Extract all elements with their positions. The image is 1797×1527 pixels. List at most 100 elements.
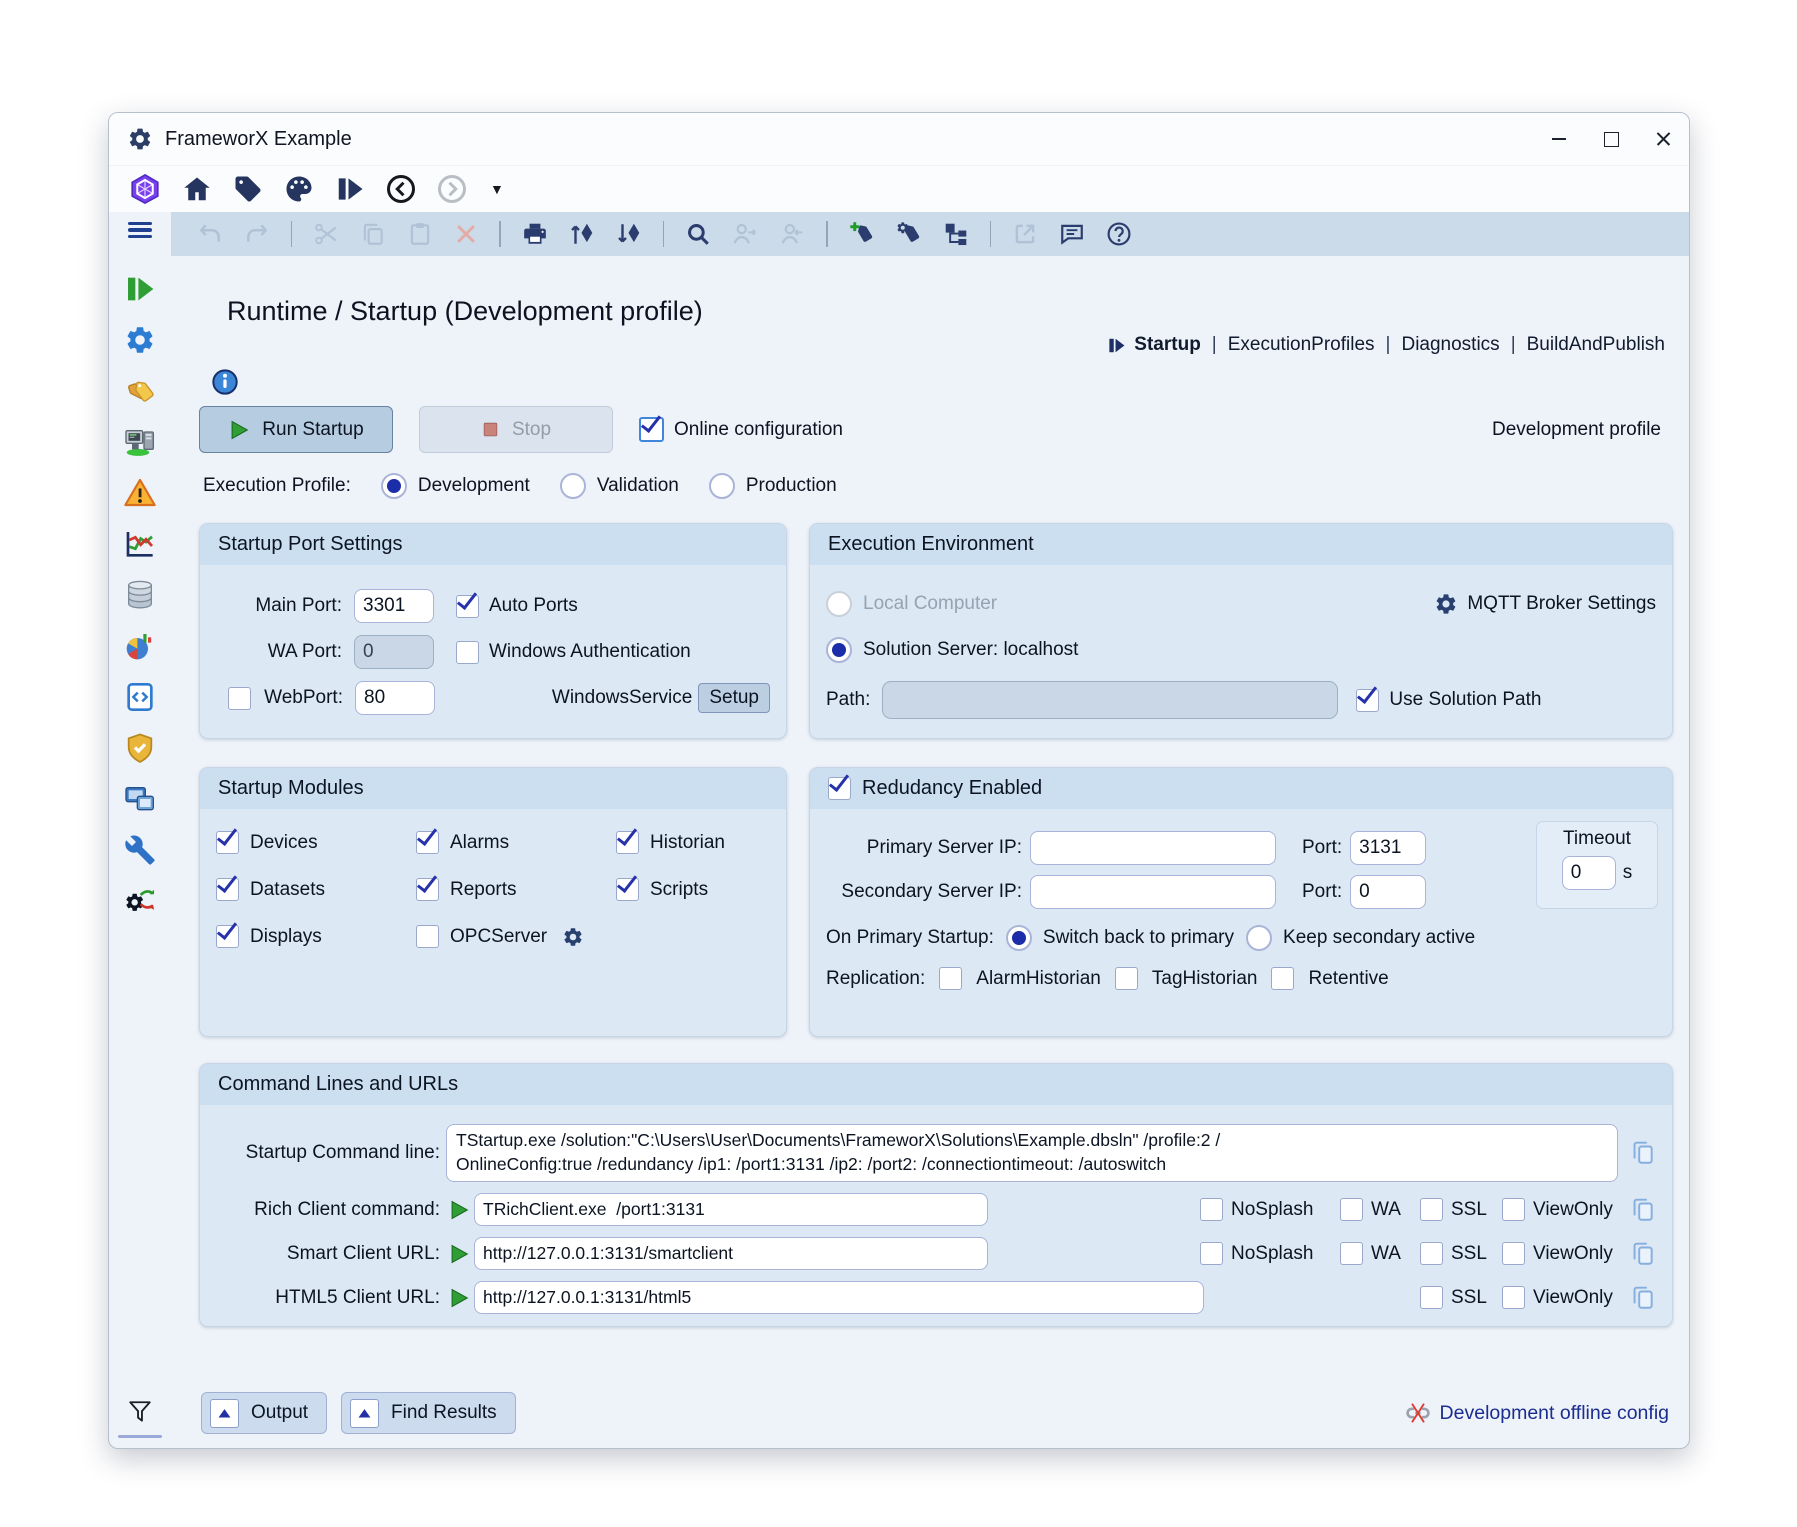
- primary-server-ip-input[interactable]: [1030, 831, 1276, 865]
- run-startup-button[interactable]: Run Startup: [199, 406, 393, 453]
- opcserver-gear-icon[interactable]: [562, 926, 584, 948]
- datasets-checkbox[interactable]: [216, 878, 239, 901]
- sidebar-datasets-database-icon[interactable]: [124, 579, 156, 611]
- close-button[interactable]: [1637, 113, 1689, 165]
- copy-startup-command-icon[interactable]: [1630, 1140, 1656, 1166]
- html5-client-url-input[interactable]: [474, 1281, 1204, 1314]
- sidebar-splitter[interactable]: [118, 1435, 162, 1438]
- info-icon[interactable]: [211, 368, 239, 396]
- rich-client-command-input[interactable]: [474, 1193, 988, 1226]
- tab-buildandpublish[interactable]: BuildAndPublish: [1527, 334, 1665, 356]
- solution-server-radio[interactable]: [826, 637, 852, 663]
- app-logo-cube-icon[interactable]: [129, 173, 161, 205]
- keep-secondary-active-radio[interactable]: [1246, 925, 1272, 951]
- copy-rich-client-icon[interactable]: [1630, 1197, 1656, 1223]
- switch-back-to-primary-radio[interactable]: [1006, 925, 1032, 951]
- displays-checkbox[interactable]: [216, 925, 239, 948]
- displays-palette-icon[interactable]: [284, 174, 314, 204]
- tab-executionprofiles[interactable]: ExecutionProfiles: [1228, 334, 1375, 356]
- startup-command-line-value[interactable]: TStartup.exe /solution:"C:\Users\User\Do…: [446, 1124, 1618, 1182]
- tag-settings-icon[interactable]: [896, 221, 922, 247]
- maximize-button[interactable]: [1585, 113, 1637, 165]
- run-rich-client-icon[interactable]: [448, 1199, 470, 1221]
- find-previous-user-icon[interactable]: [779, 221, 805, 247]
- sidebar-historian-chart-icon[interactable]: [124, 528, 156, 560]
- smart-viewonly-checkbox[interactable]: [1502, 1242, 1525, 1265]
- sidebar-settings-gear-icon[interactable]: [124, 324, 156, 356]
- undo-icon[interactable]: [197, 221, 223, 247]
- find-results-button[interactable]: Find Results: [341, 1392, 516, 1434]
- delete-icon[interactable]: [454, 222, 478, 246]
- sidebar-security-shield-icon[interactable]: [124, 732, 156, 764]
- primary-port-input[interactable]: [1350, 831, 1426, 865]
- smart-wa-checkbox[interactable]: [1340, 1242, 1363, 1265]
- find-next-user-icon[interactable]: [732, 221, 758, 247]
- mqtt-broker-settings-button[interactable]: MQTT Broker Settings: [1434, 592, 1656, 616]
- smart-nosplash-checkbox[interactable]: [1200, 1242, 1223, 1265]
- redundancy-enabled-checkbox[interactable]: [828, 777, 851, 800]
- home-icon[interactable]: [182, 174, 212, 204]
- alarms-checkbox[interactable]: [416, 831, 439, 854]
- navigate-forward-icon[interactable]: [437, 174, 467, 204]
- reports-checkbox[interactable]: [416, 878, 439, 901]
- sidebar-integration-gears-icon[interactable]: [124, 885, 156, 917]
- open-external-icon[interactable]: [1012, 221, 1038, 247]
- add-tag-icon[interactable]: [849, 221, 875, 247]
- tab-startup[interactable]: Startup: [1134, 334, 1201, 356]
- nav-dropdown-arrow-icon[interactable]: ▼: [490, 181, 504, 197]
- retentive-checkbox[interactable]: [1271, 967, 1294, 990]
- auto-ports-checkbox[interactable]: [456, 595, 479, 618]
- profile-validation-radio[interactable]: [560, 473, 586, 499]
- historian-checkbox[interactable]: [616, 831, 639, 854]
- use-solution-path-checkbox[interactable]: [1356, 689, 1379, 712]
- taghistorian-checkbox[interactable]: [1115, 967, 1138, 990]
- windows-authentication-checkbox[interactable]: [456, 641, 479, 664]
- sidebar-runtime-play-icon[interactable]: [124, 273, 156, 305]
- output-button[interactable]: Output: [201, 1392, 327, 1434]
- check-out-icon[interactable]: [616, 221, 642, 247]
- rich-viewonly-checkbox[interactable]: [1502, 1198, 1525, 1221]
- sidebar-alarms-warning-icon[interactable]: [124, 477, 156, 509]
- stop-button[interactable]: Stop: [419, 406, 613, 453]
- copy-smart-client-icon[interactable]: [1630, 1241, 1656, 1267]
- offline-config-status[interactable]: Development offline config: [1405, 1400, 1669, 1426]
- online-configuration-checkbox[interactable]: [639, 417, 664, 442]
- check-in-icon[interactable]: [569, 221, 595, 247]
- cut-icon[interactable]: [313, 221, 339, 247]
- sidebar-displays-monitors-icon[interactable]: [124, 783, 156, 815]
- copy-html5-client-icon[interactable]: [1630, 1285, 1656, 1311]
- run-html5-client-icon[interactable]: [448, 1287, 470, 1309]
- sidebar-devices-server-icon[interactable]: [124, 426, 156, 458]
- scripts-checkbox[interactable]: [616, 878, 639, 901]
- windows-service-setup-button[interactable]: Setup: [698, 683, 770, 713]
- smart-ssl-checkbox[interactable]: [1420, 1242, 1443, 1265]
- sidebar-reports-pie-icon[interactable]: [124, 630, 156, 662]
- startup-play-icon[interactable]: [335, 174, 365, 204]
- run-smart-client-icon[interactable]: [448, 1243, 470, 1265]
- search-icon[interactable]: [685, 221, 711, 247]
- html5-viewonly-checkbox[interactable]: [1502, 1286, 1525, 1309]
- tags-icon[interactable]: [233, 174, 263, 204]
- rich-wa-checkbox[interactable]: [1340, 1198, 1363, 1221]
- alarmhistorian-checkbox[interactable]: [939, 967, 962, 990]
- html5-ssl-checkbox[interactable]: [1420, 1286, 1443, 1309]
- help-icon[interactable]: [1106, 221, 1132, 247]
- devices-checkbox[interactable]: [216, 831, 239, 854]
- menu-hamburger-icon[interactable]: [128, 222, 152, 246]
- secondary-port-input[interactable]: [1350, 875, 1426, 909]
- rich-nosplash-checkbox[interactable]: [1200, 1198, 1223, 1221]
- paste-icon[interactable]: [407, 221, 433, 247]
- object-tree-icon[interactable]: [943, 221, 969, 247]
- sidebar-scripts-code-icon[interactable]: [124, 681, 156, 713]
- sidebar-tools-wrench-icon[interactable]: [124, 834, 156, 866]
- rich-ssl-checkbox[interactable]: [1420, 1198, 1443, 1221]
- webport-input[interactable]: [355, 681, 435, 715]
- opcserver-checkbox[interactable]: [416, 925, 439, 948]
- filter-funnel-icon[interactable]: [127, 1399, 153, 1425]
- comments-icon[interactable]: [1059, 221, 1085, 247]
- navigate-back-icon[interactable]: [386, 174, 416, 204]
- smart-client-url-input[interactable]: [474, 1237, 988, 1270]
- sidebar-tags-icon[interactable]: [124, 375, 156, 407]
- timeout-input[interactable]: [1562, 856, 1616, 890]
- main-port-input[interactable]: [354, 589, 434, 623]
